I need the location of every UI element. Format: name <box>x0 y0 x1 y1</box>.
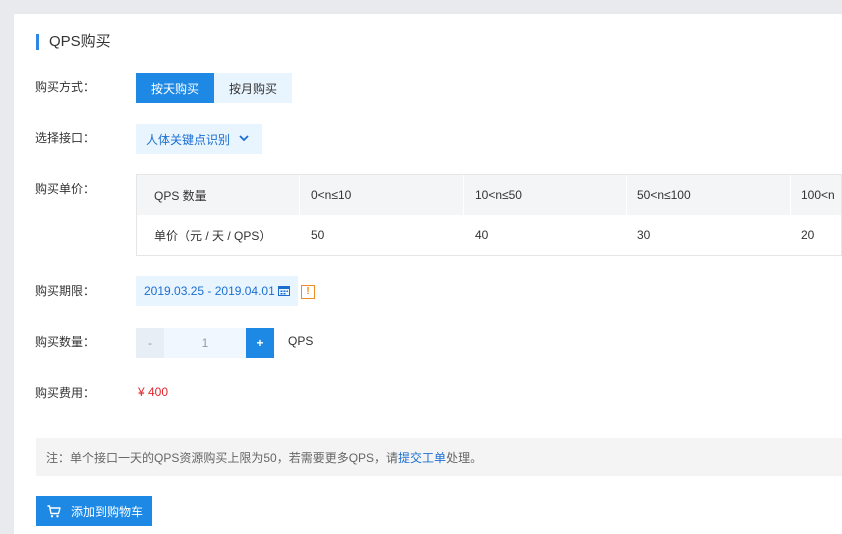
price-tier-4: 20 <box>801 228 815 242</box>
fee-label: 购买费用： <box>35 386 96 400</box>
page-title: QPS购买 <box>49 33 111 50</box>
price-table: QPS 数量 0<n≤10 10<n≤50 50<n≤100 100<n 单价（… <box>136 174 842 256</box>
quantity-label: 购买数量： <box>35 335 96 349</box>
calendar-icon <box>278 286 290 296</box>
tab-buy-by-month[interactable]: 按月购买 <box>214 73 292 103</box>
add-to-cart-label: 添加到购物车 <box>71 504 144 519</box>
header-qps-count: QPS 数量 <box>154 188 207 203</box>
qps-purchase-panel: QPS购买 购买方式： 按天购买 按月购买 选择接口： 人体关键点识别 购买单价… <box>14 14 842 534</box>
header-tier-1: 0<n≤10 <box>311 188 352 202</box>
note-suffix: 处理。 <box>446 450 483 465</box>
interface-select[interactable]: 人体关键点识别 <box>136 124 262 154</box>
purchase-note: 注：单个接口一天的QPS资源购买上限为50，若需要更多QPS，请 提交工单 处理。 <box>36 438 842 476</box>
price-table-value-row: 单价（元 / 天 / QPS） 50 40 30 20 <box>137 215 841 255</box>
cart-icon <box>47 504 61 517</box>
chevron-down-icon <box>239 135 249 142</box>
quantity-unit: QPS <box>288 334 314 348</box>
tab-buy-by-day[interactable]: 按天购买 <box>136 73 214 103</box>
header-tier-4: 100<n <box>801 188 835 202</box>
interface-selected-value: 人体关键点识别 <box>146 132 231 147</box>
price-tier-2: 40 <box>475 228 489 242</box>
header-tier-2: 10<n≤50 <box>475 188 522 202</box>
quantity-input[interactable]: 1 <box>164 328 246 358</box>
period-label: 购买期限： <box>35 284 96 298</box>
price-tier-1: 50 <box>311 228 325 242</box>
divider <box>299 175 300 215</box>
divider <box>626 175 627 215</box>
interface-label: 选择接口： <box>35 131 96 145</box>
date-range-picker[interactable]: 2019.03.25 - 2019.04.01 <box>136 276 298 306</box>
note-prefix: 注：单个接口一天的QPS资源购买上限为50，若需要更多QPS，请 <box>46 450 399 465</box>
price-table-header-row: QPS 数量 0<n≤10 10<n≤50 50<n≤100 100<n <box>137 175 841 215</box>
submit-ticket-link[interactable]: 提交工单 <box>398 449 446 466</box>
divider <box>790 175 791 215</box>
warning-icon[interactable]: ! <box>301 285 315 299</box>
price-tier-3: 30 <box>637 228 651 242</box>
divider <box>463 175 464 215</box>
unit-price-label: 购买单价： <box>35 182 96 196</box>
date-range-value: 2019.03.25 - 2019.04.01 <box>144 284 275 298</box>
title-accent-bar <box>36 34 39 50</box>
quantity-increase-button[interactable]: + <box>246 328 274 358</box>
fee-value: ¥ 400 <box>138 385 169 399</box>
quantity-decrease-button[interactable]: - <box>136 328 164 358</box>
header-tier-3: 50<n≤100 <box>637 188 691 202</box>
purchase-mode-label: 购买方式： <box>35 80 96 94</box>
add-to-cart-button[interactable]: 添加到购物车 <box>36 496 152 526</box>
row-unit-price-label: 单价（元 / 天 / QPS） <box>154 228 272 243</box>
